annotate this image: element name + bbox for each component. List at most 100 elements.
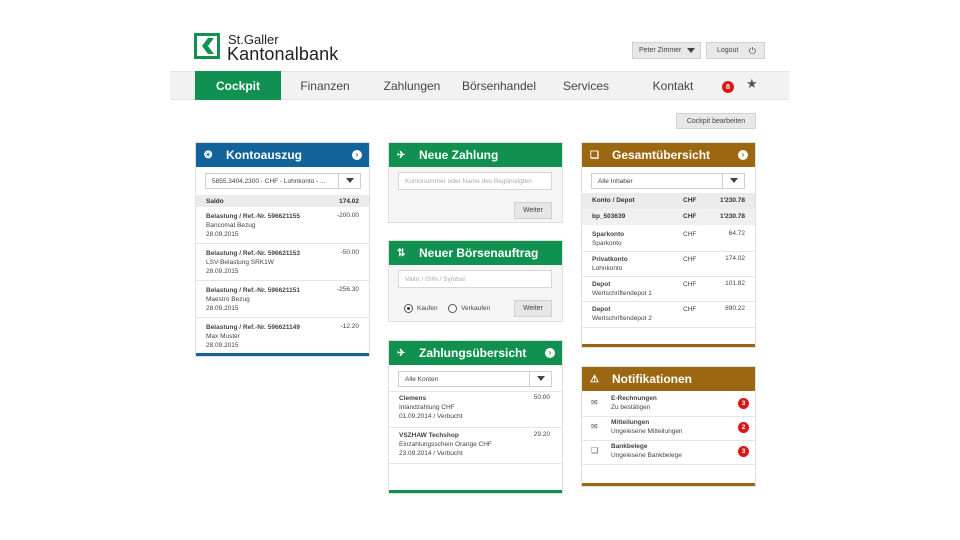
divider	[196, 243, 369, 244]
cockpit-edit-button[interactable]: Cockpit bearbeiten	[676, 113, 756, 129]
nav-item-zahlungen[interactable]: Zahlungen	[372, 71, 452, 100]
kontoauszug-header[interactable]: ❂ Kontoauszug ›	[196, 143, 369, 167]
accounts-filter-value: Alle Konten	[405, 375, 439, 383]
list-item[interactable]: Belastung / Ref.-Nr. 596621149 Max Muste…	[206, 323, 300, 350]
divider	[389, 391, 562, 392]
list-item[interactable]: Clemens Inlandzahlung CHF 01.09.2014 / V…	[399, 394, 463, 421]
stock-chart-icon: ⇅	[397, 247, 406, 259]
sell-radio[interactable]	[448, 304, 457, 313]
notification-title: Mitteilungen	[611, 419, 650, 426]
kontoauszug-title: Kontoauszug	[226, 148, 302, 162]
star-icon[interactable]: ★	[746, 76, 758, 92]
entry-desc: Bancomat Bezug	[206, 222, 256, 229]
divider	[582, 327, 755, 328]
divider	[582, 464, 755, 465]
user-menu-button[interactable]: Peter Zimmer	[632, 42, 701, 59]
account-currency: CHF	[683, 256, 697, 263]
notifikationen-title: Notifikationen	[612, 372, 692, 386]
entry-ref: Belastung / Ref.-Nr. 596621155	[206, 213, 300, 220]
payment-type: Inlandzahlung CHF	[399, 404, 455, 411]
list-item[interactable]: Belastung / Ref.-Nr. 596621153 LSV-Belas…	[206, 249, 300, 276]
chevron-right-icon[interactable]: ›	[545, 348, 555, 358]
bank-logo-icon[interactable]	[194, 33, 220, 59]
notification-count-badge[interactable]: 3	[738, 398, 749, 409]
account-value: 101.82	[725, 280, 745, 287]
entry-desc: Maestro Bezug	[206, 296, 250, 303]
table-row[interactable]: Depot Wertschriftendepot 2	[592, 305, 652, 323]
account-currency: CHF	[683, 281, 697, 288]
zahlung-weiter-button[interactable]: Weiter	[514, 202, 552, 219]
list-item[interactable]: Belastung / Ref.-Nr. 596621155 Bancomat …	[206, 212, 300, 239]
gesamtuebersicht-header[interactable]: ❏ Gesamtübersicht ›	[582, 143, 755, 167]
notifikationen-header[interactable]: ⚠ Notifikationen	[582, 367, 755, 391]
account-currency: CHF	[683, 231, 697, 238]
symbol-input[interactable]: Valor / ISIN / Symbol	[398, 270, 552, 288]
payment-name: Clemens	[399, 395, 427, 402]
notification-count-badge[interactable]: 8	[722, 81, 734, 93]
account-currency: CHF	[683, 306, 697, 313]
entry-ref: Belastung / Ref.-Nr. 596621151	[206, 287, 300, 294]
saldo-row: Saldo 174.02	[196, 195, 369, 207]
table-row[interactable]: Depot Wertschriftendepot 1	[592, 280, 652, 298]
account-value: 890.22	[725, 305, 745, 312]
envelope-icon: ✉	[591, 422, 598, 431]
chevron-down-icon	[687, 48, 695, 53]
brand-line-2: Kantonalbank	[227, 44, 339, 64]
owner-filter-select[interactable]: Alle Inhaber	[591, 173, 745, 189]
notification-sub: Ungelesene Mitteilungen	[611, 428, 683, 435]
entry-desc: Max Muster	[206, 333, 240, 340]
entry-ref: Belastung / Ref.-Nr. 596621149	[206, 324, 300, 331]
buy-label[interactable]: Kaufen	[417, 304, 438, 313]
money-icon: ❂	[204, 149, 213, 161]
divider	[582, 301, 755, 302]
chevron-right-icon[interactable]: ›	[352, 150, 362, 160]
divider	[196, 280, 369, 281]
user-name: Peter Zimmer	[639, 47, 682, 54]
zahlungsuebersicht-header[interactable]: ✈ Zahlungsübersicht ›	[389, 341, 562, 365]
boersenauftrag-widget: ⇅ Neuer Börsenauftrag Valor / ISIN / Sym…	[388, 240, 563, 322]
widget-bottom-bar	[582, 344, 755, 347]
buy-radio[interactable]	[404, 304, 413, 313]
boersenauftrag-header[interactable]: ⇅ Neuer Börsenauftrag	[389, 241, 562, 265]
entry-date: 28.09.2015	[206, 268, 239, 275]
beneficiary-input[interactable]: Kontonummer oder Name des Begünstigten	[398, 172, 552, 190]
list-item[interactable]: VSZHAW Techshop Einzahlungsschein Orange…	[399, 431, 492, 458]
accounts-filter-select[interactable]: Alle Konten	[398, 371, 552, 387]
saldo-label: Saldo	[206, 198, 224, 205]
chevron-right-icon[interactable]: ›	[738, 150, 748, 160]
table-row[interactable]: Sparkonto Sparkonto	[592, 230, 624, 248]
payment-date-status: 01.09.2014 / Verbucht	[399, 413, 463, 420]
chevron-down-icon[interactable]	[722, 174, 744, 188]
chevron-down-icon[interactable]	[338, 174, 360, 188]
table-subheader-row[interactable]: bp_503639 CHF 1'230.78	[582, 209, 755, 225]
chevron-down-icon[interactable]	[529, 372, 551, 386]
boerse-weiter-button[interactable]: Weiter	[514, 300, 552, 317]
account-select[interactable]: 5855.3404.2300 - CHF - Lohnkonto - ...	[205, 173, 361, 189]
gesamtuebersicht-title: Gesamtübersicht	[612, 148, 711, 162]
payment-date-status: 23.09.2014 / Verbucht	[399, 450, 463, 457]
nav-item-finanzen[interactable]: Finanzen	[286, 71, 364, 100]
divider	[389, 463, 562, 464]
entry-amount: -50.00	[340, 249, 359, 256]
divider	[389, 427, 562, 428]
notifikationen-widget: ⚠ Notifikationen ✉ E-Rechnungen Zu bestä…	[581, 366, 756, 487]
nav-item-cockpit[interactable]: Cockpit	[195, 71, 281, 100]
nav-item-boersenhandel[interactable]: Börsenhandel	[456, 71, 542, 100]
payment-name: VSZHAW Techshop	[399, 432, 459, 439]
nav-item-kontakt[interactable]: Kontakt	[640, 71, 706, 100]
list-item[interactable]: Bankbelege Ungelesene Bankbelege	[611, 442, 682, 460]
nav-item-services[interactable]: Services	[552, 71, 620, 100]
notification-count-badge[interactable]: 3	[738, 446, 749, 457]
entry-date: 28.09.2015	[206, 231, 239, 238]
notification-count-badge[interactable]: 2	[738, 422, 749, 433]
list-item[interactable]: E-Rechnungen Zu bestätigen	[611, 394, 657, 412]
neue-zahlung-header[interactable]: ✈ Neue Zahlung	[389, 143, 562, 167]
logout-label: Logout	[717, 47, 739, 54]
table-row[interactable]: Privatkonto Lohnkonto	[592, 255, 628, 273]
list-item[interactable]: Mitteilungen Ungelesene Mitteilungen	[611, 418, 683, 436]
entry-amount: -12.20	[340, 323, 359, 330]
logout-button[interactable]: Logout ⏻	[706, 42, 765, 59]
list-item[interactable]: Belastung / Ref.-Nr. 596621151 Maestro B…	[206, 286, 300, 313]
account-select-value: 5855.3404.2300 - CHF - Lohnkonto - ...	[212, 177, 326, 185]
sell-label[interactable]: Verkaufen	[461, 304, 490, 313]
